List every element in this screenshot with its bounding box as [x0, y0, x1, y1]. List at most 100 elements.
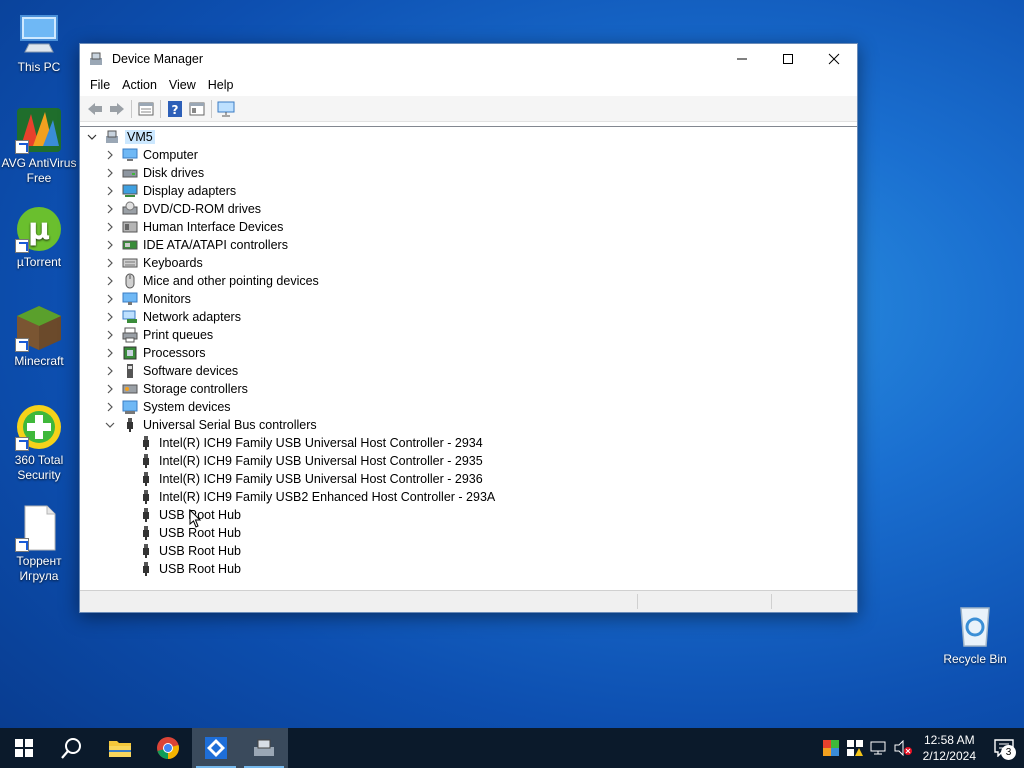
desktop-icon-label: Recycle Bin — [943, 652, 1007, 666]
tray-security-icon[interactable] — [843, 728, 867, 768]
tree-category-row[interactable]: Computer — [104, 146, 198, 164]
chevron-right-icon[interactable] — [104, 239, 116, 251]
menu-file[interactable]: File — [84, 78, 116, 92]
taskbar: 12:58 AM 2/12/2024 3 — [0, 728, 1024, 768]
chevron-right-icon[interactable] — [104, 401, 116, 413]
back-button[interactable] — [84, 98, 106, 120]
menu-help[interactable]: Help — [202, 78, 240, 92]
menu-action[interactable]: Action — [116, 78, 163, 92]
chevron-right-icon[interactable] — [104, 347, 116, 359]
tree-category-row[interactable]: IDE ATA/ATAPI controllers — [104, 236, 288, 254]
close-button[interactable] — [811, 44, 857, 74]
notification-center-button[interactable]: 3 — [984, 728, 1024, 768]
chevron-down-icon[interactable] — [104, 419, 116, 431]
chevron-right-icon[interactable] — [104, 329, 116, 341]
tree-category-label: Network adapters — [143, 310, 241, 324]
chevron-right-icon[interactable] — [104, 167, 116, 179]
tree-category-row[interactable]: Processors — [104, 344, 206, 362]
title-bar[interactable]: Device Manager — [80, 44, 857, 74]
tree-category-row[interactable]: System devices — [104, 398, 231, 416]
tree-category-label: DVD/CD-ROM drives — [143, 202, 262, 216]
scan-hardware-button[interactable] — [215, 98, 237, 120]
tree-category-row[interactable]: Keyboards — [104, 254, 203, 272]
device-manager-icon — [88, 51, 104, 67]
desktop-icon-avg[interactable]: AVG AntiVirus Free — [1, 106, 77, 186]
chevron-right-icon[interactable] — [104, 257, 116, 269]
chevron-right-icon[interactable] — [104, 293, 116, 305]
minimize-button[interactable] — [719, 44, 765, 74]
tree-category-row[interactable]: Universal Serial Bus controllers — [104, 416, 317, 434]
tray-network-icon[interactable] — [867, 728, 891, 768]
tree-root-row[interactable]: VM5 — [86, 128, 155, 146]
tray-volume-icon[interactable] — [891, 728, 915, 768]
tree-category-row[interactable]: Print queues — [104, 326, 213, 344]
desktop-icon-torrent-game[interactable]: Торрент Игрула — [1, 504, 77, 584]
tree-category-row[interactable]: Human Interface Devices — [104, 218, 283, 236]
desktop-icon-utorrent[interactable]: µ µTorrent — [1, 205, 77, 270]
chevron-right-icon[interactable] — [104, 203, 116, 215]
tree-device-row[interactable]: Intel(R) ICH9 Family USB Universal Host … — [138, 434, 483, 452]
chevron-right-icon[interactable] — [104, 221, 116, 233]
taskbar-file-explorer[interactable] — [96, 728, 144, 768]
tree-device-row[interactable]: Intel(R) ICH9 Family USB Universal Host … — [138, 452, 483, 470]
chevron-right-icon[interactable] — [104, 185, 116, 197]
desktop-icon-recycle-bin[interactable]: Recycle Bin — [937, 602, 1013, 667]
properties-button[interactable] — [135, 98, 157, 120]
status-divider — [637, 594, 638, 609]
maximize-icon — [783, 54, 793, 64]
properties-icon — [138, 102, 154, 115]
tree-category-row[interactable]: Monitors — [104, 290, 191, 308]
clock-date: 2/12/2024 — [922, 749, 976, 763]
tree-category-row[interactable]: Disk drives — [104, 164, 204, 182]
usb-icon — [138, 471, 154, 487]
tree-device-row[interactable]: USB Root Hub — [138, 560, 241, 578]
taskbar-clock[interactable]: 12:58 AM 2/12/2024 — [915, 732, 984, 764]
tree-device-row[interactable]: Intel(R) ICH9 Family USB Universal Host … — [138, 470, 483, 488]
desktop-icon-this-pc[interactable]: This PC — [1, 10, 77, 75]
taskbar-device-manager[interactable] — [240, 728, 288, 768]
tree-category-row[interactable]: Storage controllers — [104, 380, 248, 398]
tree-device-row[interactable]: Intel(R) ICH9 Family USB2 Enhanced Host … — [138, 488, 495, 506]
system-tray: 12:58 AM 2/12/2024 3 — [819, 728, 1024, 768]
desktop-icon-label: Minecraft — [14, 354, 64, 368]
usb-icon — [138, 525, 154, 541]
tree-category-row[interactable]: DVD/CD-ROM drives — [104, 200, 261, 218]
tree-category-row[interactable]: Mice and other pointing devices — [104, 272, 319, 290]
chevron-right-icon[interactable] — [104, 365, 116, 377]
taskbar-chrome[interactable] — [144, 728, 192, 768]
maximize-button[interactable] — [765, 44, 811, 74]
computer-root-icon — [104, 129, 120, 145]
tree-category-row[interactable]: Software devices — [104, 362, 238, 380]
desktop-icon-360-security[interactable]: 360 Total Security — [1, 403, 77, 483]
view-button[interactable] — [186, 98, 208, 120]
tree-category-row[interactable]: Network adapters — [104, 308, 241, 326]
keyboard-icon — [122, 255, 138, 271]
search-button[interactable] — [48, 728, 96, 768]
clock-time: 12:58 AM — [923, 733, 975, 747]
start-button[interactable] — [0, 728, 48, 768]
utorrent-icon: µ — [15, 205, 63, 253]
status-bar — [80, 590, 857, 612]
desktop-icon-minecraft[interactable]: Minecraft — [1, 304, 77, 369]
file-explorer-icon — [109, 741, 131, 757]
tray-app-icon[interactable] — [819, 728, 843, 768]
chevron-right-icon[interactable] — [104, 311, 116, 323]
chevron-right-icon[interactable] — [104, 275, 116, 287]
forward-button[interactable] — [106, 98, 128, 120]
tree-category-label: Storage controllers — [143, 382, 248, 396]
device-manager-icon — [254, 739, 274, 756]
start-icon — [15, 739, 33, 757]
usb-icon — [138, 543, 154, 559]
tree-device-row[interactable]: USB Root Hub — [138, 542, 241, 560]
chevron-down-icon[interactable] — [86, 131, 98, 143]
chevron-right-icon[interactable] — [104, 383, 116, 395]
taskbar-app[interactable] — [192, 728, 240, 768]
tree-category-row[interactable]: Display adapters — [104, 182, 236, 200]
computer-icon — [122, 147, 138, 163]
help-button[interactable]: ? — [164, 98, 186, 120]
menu-view[interactable]: View — [163, 78, 202, 92]
software-device-icon — [122, 363, 138, 379]
desktop-icon-label: This PC — [17, 60, 61, 74]
chevron-right-icon[interactable] — [104, 149, 116, 161]
mouse-icon — [122, 273, 138, 289]
